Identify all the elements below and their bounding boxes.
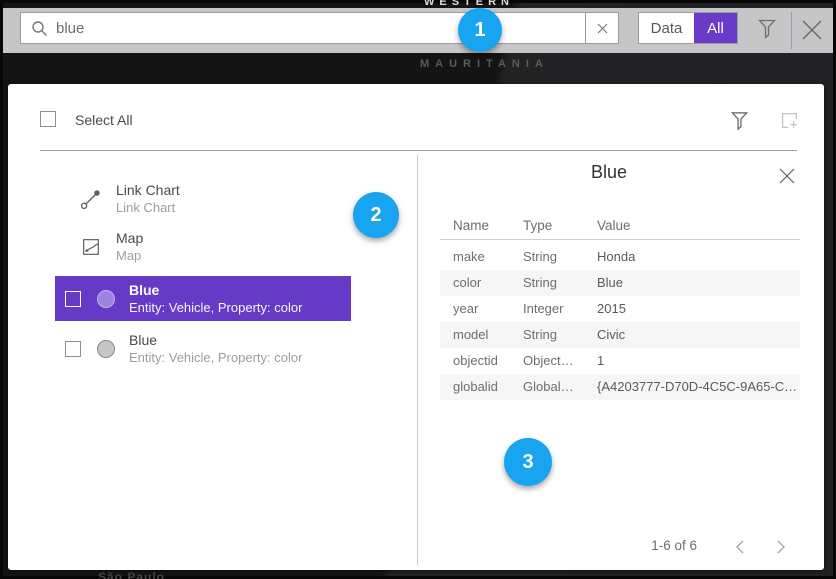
result-item-blue[interactable]: Blue Entity: Vehicle, Property: color xyxy=(55,326,351,371)
map-label-mauritania: MAURITANIA xyxy=(420,58,549,70)
cell-type: Integer xyxy=(523,296,563,322)
callout-badge-2: 2 xyxy=(353,192,399,238)
search-icon xyxy=(31,20,48,37)
cell-name: year xyxy=(453,296,478,322)
close-x-icon xyxy=(800,18,824,42)
close-x-icon xyxy=(779,168,795,184)
link-chart-icon xyxy=(80,188,102,210)
scope-option-data[interactable]: Data xyxy=(639,13,694,43)
close-search-button[interactable] xyxy=(796,13,828,47)
scope-option-all[interactable]: All xyxy=(694,13,737,43)
result-item-map[interactable]: Map Map xyxy=(68,224,408,270)
search-toolbar: Data All xyxy=(3,8,833,53)
results-filter-button[interactable] xyxy=(726,108,752,134)
cell-type: String xyxy=(523,270,557,296)
add-to-selection-button[interactable] xyxy=(776,107,802,133)
cell-value: 2015 xyxy=(597,296,626,322)
panel-divider xyxy=(40,150,797,151)
result-subtitle: Link Chart xyxy=(116,199,180,216)
filter-funnel-icon xyxy=(730,110,749,132)
chevron-right-icon xyxy=(777,540,785,554)
table-row: model String Civic xyxy=(440,322,800,348)
result-item-blue-selected[interactable]: Blue Entity: Vehicle, Property: color xyxy=(55,276,351,321)
result-title: Map xyxy=(116,230,143,247)
search-results-panel: Select All Link Chart Link Chart Map xyxy=(8,84,824,570)
table-row: color String Blue xyxy=(440,270,800,296)
select-all-checkbox[interactable] xyxy=(40,111,56,127)
pagination-prev-button[interactable] xyxy=(731,538,749,556)
toolbar-divider xyxy=(791,12,792,49)
callout-badge-1: 1 xyxy=(458,8,502,52)
cell-name: color xyxy=(453,270,481,296)
cell-value: Blue xyxy=(597,270,623,296)
detail-close-button[interactable] xyxy=(777,166,797,186)
square-plus-icon xyxy=(778,109,800,131)
result-title: Link Chart xyxy=(116,182,180,199)
cell-name: objectid xyxy=(453,348,498,374)
cell-type: Global… xyxy=(523,374,574,400)
table-row: objectid Object… 1 xyxy=(440,348,800,374)
search-filter-button[interactable] xyxy=(753,15,781,43)
cell-value: {A4203777-D70D-4C5C-9A65-C… xyxy=(597,374,797,400)
cell-type: Object… xyxy=(523,348,574,374)
result-subtitle: Entity: Vehicle, Property: color xyxy=(129,299,302,316)
table-header-divider xyxy=(440,239,800,240)
result-title: Blue xyxy=(129,332,302,349)
result-checkbox[interactable] xyxy=(65,291,81,307)
map-label-sao-paulo: São Paulo xyxy=(98,570,165,579)
search-input[interactable] xyxy=(56,20,585,37)
cell-name: make xyxy=(453,244,485,270)
cell-value: Civic xyxy=(597,322,625,348)
pagination-label: 1-6 of 6 xyxy=(602,538,697,553)
select-all-label: Select All xyxy=(75,112,133,128)
search-field[interactable] xyxy=(20,12,619,44)
table-row: make String Honda xyxy=(440,244,800,270)
column-header-type: Type xyxy=(523,218,552,233)
cell-type: String xyxy=(523,244,557,270)
column-header-name: Name xyxy=(453,218,489,233)
callout-badge-3: 3 xyxy=(504,438,552,486)
result-title: Blue xyxy=(129,282,302,299)
column-header-value: Value xyxy=(597,218,631,233)
cell-value: Honda xyxy=(597,244,635,270)
map-label-western: WESTERN xyxy=(424,0,514,8)
entity-circle-icon xyxy=(97,290,115,308)
search-scope-toggle: Data All xyxy=(638,12,738,44)
filter-funnel-icon xyxy=(757,18,777,40)
clear-search-button[interactable] xyxy=(585,13,618,43)
result-subtitle: Entity: Vehicle, Property: color xyxy=(129,349,302,366)
table-row: year Integer 2015 xyxy=(440,296,800,322)
chevron-left-icon xyxy=(736,540,744,554)
pagination-next-button[interactable] xyxy=(772,538,790,556)
list-detail-divider xyxy=(417,155,418,565)
result-subtitle: Map xyxy=(116,247,143,264)
map-icon xyxy=(80,236,102,258)
detail-title: Blue xyxy=(417,162,801,183)
entity-circle-icon xyxy=(97,340,115,358)
clear-x-icon xyxy=(597,23,608,34)
table-row: globalid Global… {A4203777-D70D-4C5C-9A6… xyxy=(440,374,800,400)
cell-name: model xyxy=(453,322,488,348)
cell-name: globalid xyxy=(453,374,498,400)
result-checkbox[interactable] xyxy=(65,341,81,357)
cell-value: 1 xyxy=(597,348,604,374)
cell-type: String xyxy=(523,322,557,348)
app-window: WESTERN MAURITANIA São Paulo Data All Se… xyxy=(0,0,836,579)
